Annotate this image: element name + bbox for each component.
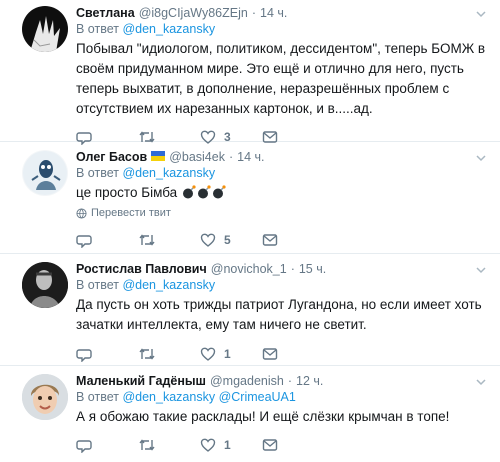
tweet-3[interactable]: Ростислав Павлович @novichok_1 · 15 ч. В… — [0, 254, 500, 366]
retweet-icon — [139, 439, 155, 451]
reply-button[interactable] — [76, 437, 138, 453]
like-count: 1 — [224, 347, 231, 361]
retweet-icon — [139, 348, 155, 360]
tweet-text: це просто Бімба — [76, 185, 178, 200]
reply-icon — [76, 440, 92, 453]
timestamp[interactable]: 12 ч. — [296, 374, 323, 388]
like-button[interactable]: 1 — [200, 437, 262, 453]
reply-to-link[interactable]: @den_kazansky — [122, 278, 215, 292]
reply-button[interactable] — [76, 346, 138, 362]
chevron-down-icon[interactable] — [476, 377, 486, 387]
reply-context: В ответ @den_kazansky — [76, 166, 490, 180]
reply-button[interactable] — [76, 232, 138, 248]
reply-to-link[interactable]: @den_kazansky — [122, 22, 215, 36]
bomb-emoji-icon — [197, 185, 211, 199]
tweet-text: Да пусть он хоть трижды патриот Лугандон… — [76, 297, 482, 332]
tweet-actions: 5 — [76, 231, 490, 249]
bomb-emoji-icon — [212, 185, 226, 199]
avatar[interactable] — [22, 262, 68, 308]
tweet-text: А я обожаю такие расклады! И ещё слёзки … — [76, 409, 450, 424]
retweet-button[interactable] — [138, 437, 200, 453]
separator: · — [251, 6, 257, 20]
bomb-emoji-icon — [182, 185, 196, 199]
avatar[interactable] — [22, 150, 68, 196]
author-handle[interactable]: @basi4ek — [169, 150, 225, 164]
retweet-button[interactable] — [138, 232, 200, 248]
tweet-text: Побывал "идиологом, политиком, дессидент… — [76, 41, 486, 116]
separator: · — [228, 150, 234, 164]
heart-icon — [200, 438, 216, 452]
like-button[interactable]: 1 — [200, 346, 262, 362]
reply-prefix: В ответ — [76, 22, 119, 36]
message-button[interactable] — [262, 233, 324, 247]
author-handle[interactable]: @i8gCIjaWy86ZEjn — [139, 6, 248, 20]
reply-to-link[interactable]: @den_kazansky — [122, 166, 215, 180]
reply-icon — [76, 349, 92, 362]
reply-context: В ответ @den_kazansky — [76, 278, 490, 292]
message-button[interactable] — [262, 347, 324, 361]
separator: · — [290, 262, 295, 276]
tweet-text-row: це просто Бімба — [76, 183, 490, 203]
tweet-4[interactable]: Маленький Гадёныш @mgadenish · 12 ч. В о… — [0, 366, 500, 462]
tweet-2[interactable]: Олег Басов @basi4ek · 14 ч. В ответ @den… — [0, 142, 500, 254]
author-name[interactable]: Ростислав Павлович — [76, 262, 207, 276]
timestamp[interactable]: 15 ч. — [299, 262, 326, 276]
reply-to-link[interactable]: @den_kazansky — [122, 390, 215, 404]
reply-context: В ответ @den_kazansky @CrimeaUA1 — [76, 390, 490, 404]
reply-context: В ответ @den_kazansky — [76, 22, 490, 36]
separator: · — [287, 374, 292, 388]
avatar[interactable] — [22, 374, 68, 420]
chevron-down-icon[interactable] — [476, 9, 486, 19]
chevron-down-icon[interactable] — [476, 153, 486, 163]
reply-prefix: В ответ — [76, 166, 119, 180]
envelope-icon — [262, 439, 278, 451]
translate-label: Перевести твит — [91, 207, 171, 219]
reply-prefix: В ответ — [76, 278, 119, 292]
author-handle[interactable]: @novichok_1 — [211, 262, 287, 276]
globe-icon — [76, 207, 87, 219]
ukraine-flag-icon — [151, 151, 166, 161]
like-button[interactable]: 5 — [200, 232, 262, 248]
heart-icon — [200, 233, 216, 247]
like-count: 5 — [224, 233, 231, 247]
heart-icon — [200, 347, 216, 361]
tweet-actions: 1 — [76, 345, 490, 363]
retweet-button[interactable] — [138, 346, 200, 362]
timestamp[interactable]: 14 ч. — [237, 150, 264, 164]
envelope-icon — [262, 234, 278, 246]
timestamp[interactable]: 14 ч. — [260, 6, 287, 20]
retweet-icon — [139, 234, 155, 246]
author-name[interactable]: Маленький Гадёныш — [76, 374, 206, 388]
author-handle[interactable]: @mgadenish — [210, 374, 284, 388]
reply-icon — [76, 235, 92, 248]
reply-prefix: В ответ — [76, 390, 119, 404]
envelope-icon — [262, 348, 278, 360]
chevron-down-icon[interactable] — [476, 265, 486, 275]
message-button[interactable] — [262, 438, 324, 452]
author-name[interactable]: Светлана — [76, 6, 135, 20]
translate-link[interactable]: Перевести твит — [76, 207, 490, 219]
tweet-actions: 1 — [76, 436, 490, 454]
reply-to-link-2[interactable]: @CrimeaUA1 — [219, 390, 296, 404]
like-count: 1 — [224, 438, 231, 452]
author-name[interactable]: Олег Басов — [76, 150, 147, 164]
tweet-1[interactable]: Светлана @i8gCIjaWy86ZEjn · 14 ч. В отве… — [0, 0, 500, 145]
avatar[interactable] — [22, 6, 68, 52]
